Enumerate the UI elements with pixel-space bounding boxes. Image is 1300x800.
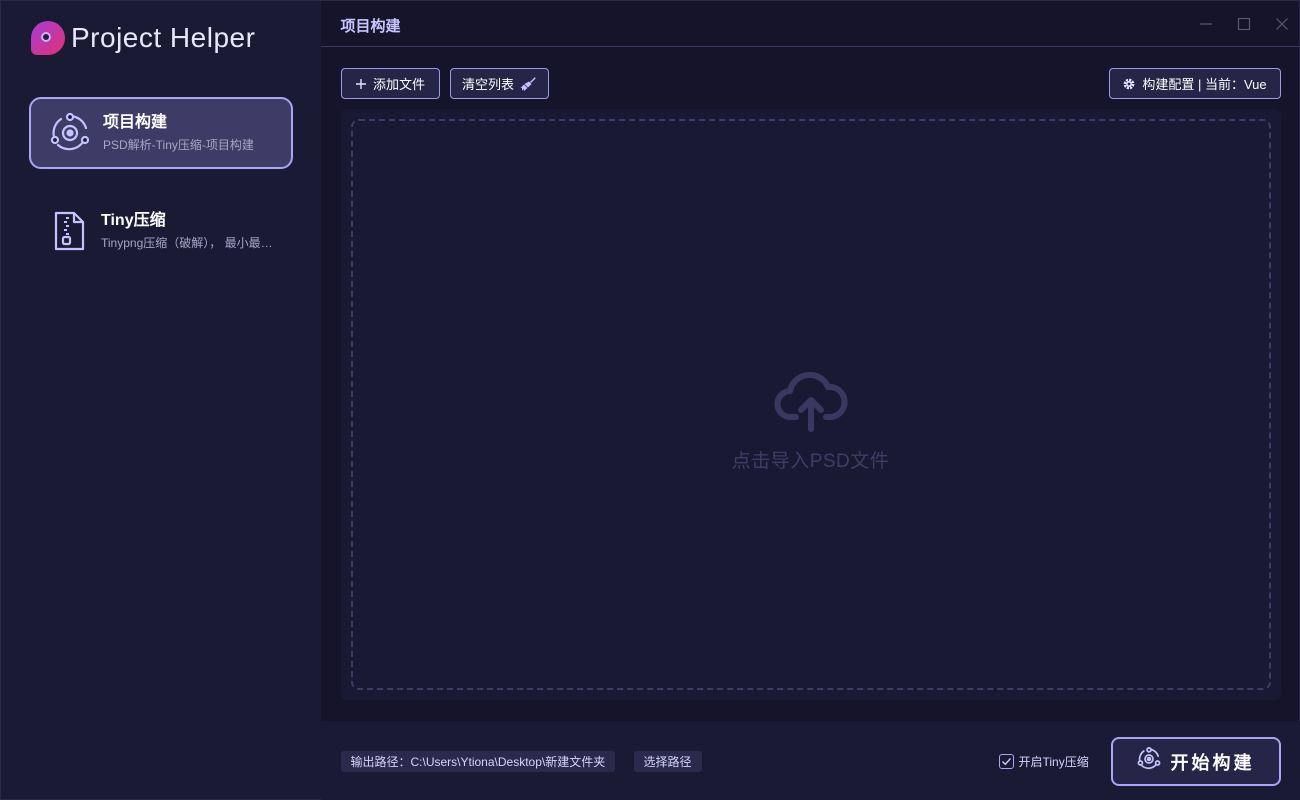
start-build-label: 开始构建 (1170, 752, 1255, 773)
add-file-button[interactable]: 添加文件 (340, 68, 440, 99)
psd-drop-zone[interactable]: 点击导入PSD文件 (350, 119, 1271, 690)
plus-icon (355, 78, 367, 90)
clear-list-button[interactable]: 清空列表 (449, 68, 549, 99)
sidebar: Project Helper 项目构建 PSD解析-Tiny压缩-项目构建 Ti… (1, 1, 321, 799)
close-icon[interactable] (1269, 11, 1295, 37)
logo-mark-icon (31, 21, 65, 55)
title-bar: 项目构建 (320, 1, 1300, 47)
build-config-label: 构建配置 | 当前：Vue (1142, 77, 1267, 92)
main-panel: 项目构建 添加文件 清空列表 构建配置 | 当前：Vue 点击导入PSD文件 输… (320, 1, 1300, 800)
drop-area: 点击导入PSD文件 (340, 109, 1281, 700)
sidebar-item-subtitle: PSD解析-Tiny压缩-项目构建 (103, 138, 254, 152)
start-build-button[interactable]: 开始构建 (1110, 737, 1281, 786)
build-config-button[interactable]: 构建配置 | 当前：Vue (1108, 68, 1281, 99)
clear-list-label: 清空列表 (461, 77, 514, 92)
minimize-icon[interactable] (1193, 11, 1219, 37)
app-name: Project Helper (71, 22, 256, 53)
page-title: 项目构建 (340, 18, 401, 35)
broom-icon (520, 76, 536, 92)
cloud-upload-icon (774, 369, 848, 438)
app-window: Project Helper 项目构建 PSD解析-Tiny压缩-项目构建 Ti… (0, 0, 1300, 800)
drop-zone-text: 点击导入PSD文件 (731, 451, 890, 472)
maximize-icon[interactable] (1231, 11, 1257, 37)
output-path-label: 输出路径：C:\Users\Ytiona\Desktop\新建文件夹 (340, 751, 616, 772)
checkbox-checked-icon[interactable] (998, 754, 1014, 769)
project-build-icon (1137, 747, 1161, 776)
tiny-compress-toggle[interactable]: 开启Tiny压缩 (998, 753, 1089, 770)
sidebar-item-subtitle: Tinypng压缩（破解）， 最小最优压缩 (101, 236, 281, 250)
sidebar-item-title: 项目构建 (103, 114, 168, 131)
footer-bar: 输出路径：C:\Users\Ytiona\Desktop\新建文件夹 选择路径 … (320, 721, 1300, 800)
sidebar-item-project-build[interactable]: 项目构建 PSD解析-Tiny压缩-项目构建 (29, 97, 293, 169)
zip-file-icon (47, 210, 89, 252)
add-file-label: 添加文件 (372, 77, 425, 92)
sidebar-item-tiny-compress[interactable]: Tiny压缩 Tinypng压缩（破解）， 最小最优压缩 (29, 195, 293, 267)
sidebar-item-title: Tiny压缩 (101, 212, 166, 229)
app-logo: Project Helper (31, 21, 255, 55)
gear-icon (1122, 77, 1136, 91)
project-build-icon (49, 112, 91, 154)
tiny-compress-label: 开启Tiny压缩 (1018, 755, 1089, 769)
choose-path-button[interactable]: 选择路径 (633, 751, 702, 772)
